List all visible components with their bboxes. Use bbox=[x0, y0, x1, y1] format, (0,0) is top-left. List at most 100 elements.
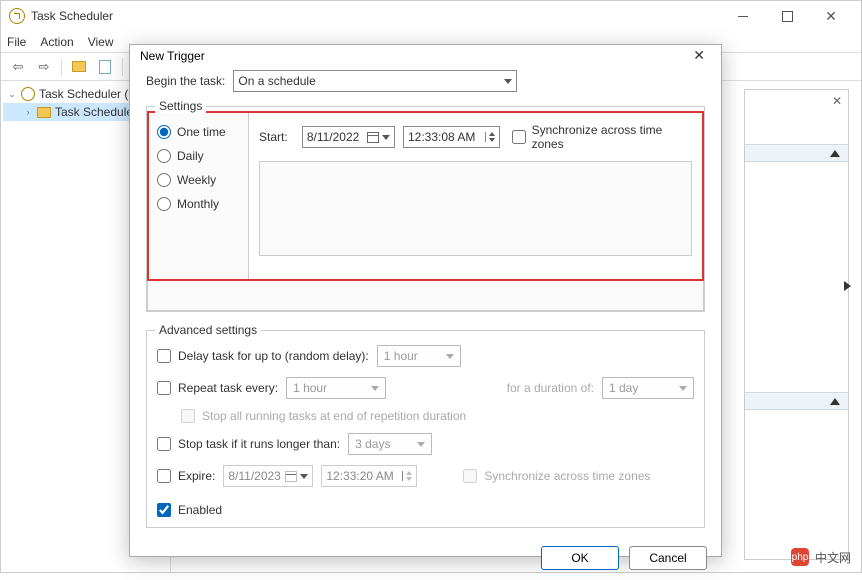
expand-right-icon[interactable] bbox=[844, 281, 851, 291]
sync-tz-row[interactable]: Synchronize across time zones bbox=[512, 123, 692, 151]
repeat-select[interactable]: 1 hour bbox=[286, 377, 386, 399]
time-spinner[interactable] bbox=[402, 471, 412, 481]
expire-sync-row: Synchronize across time zones bbox=[463, 469, 650, 483]
folder-icon bbox=[72, 61, 86, 72]
stop-running-row: Stop all running tasks at end of repetit… bbox=[181, 409, 694, 423]
menu-file[interactable]: File bbox=[7, 35, 26, 49]
repeat-checkbox[interactable] bbox=[157, 381, 171, 395]
begin-task-row: Begin the task: On a schedule bbox=[146, 70, 705, 92]
clock-icon bbox=[21, 87, 35, 101]
dialog-body: Begin the task: On a schedule Settings O… bbox=[130, 66, 721, 536]
calendar-icon bbox=[285, 471, 297, 482]
chevron-down-icon bbox=[371, 386, 379, 391]
panel-close-icon[interactable]: ✕ bbox=[832, 94, 842, 108]
settings-detail-panel bbox=[259, 161, 692, 256]
delay-checkbox-label[interactable]: Delay task for up to (random delay): bbox=[157, 349, 369, 363]
minimize-button[interactable] bbox=[721, 1, 765, 31]
collapse-icon[interactable]: ⌄ bbox=[7, 89, 17, 100]
freq-monthly[interactable]: Monthly bbox=[157, 197, 240, 211]
expire-label[interactable]: Expire: bbox=[157, 469, 215, 483]
begin-task-select[interactable]: On a schedule bbox=[233, 70, 517, 92]
stop-if-row: Stop task if it runs longer than: 3 days bbox=[157, 433, 694, 455]
cancel-button[interactable]: Cancel bbox=[629, 546, 707, 570]
watermark: php 中文网 bbox=[791, 548, 851, 566]
monthly-label: Monthly bbox=[177, 197, 219, 211]
delay-select[interactable]: 1 hour bbox=[377, 345, 461, 367]
enabled-label[interactable]: Enabled bbox=[157, 503, 222, 517]
dialog-close-button[interactable]: ✕ bbox=[687, 45, 711, 66]
start-label: Start: bbox=[259, 130, 294, 144]
stop-if-label[interactable]: Stop task if it runs longer than: bbox=[157, 437, 340, 451]
menu-action[interactable]: Action bbox=[40, 35, 73, 49]
expire-sync-text: Synchronize across time zones bbox=[484, 469, 650, 483]
expire-checkbox[interactable] bbox=[157, 469, 171, 483]
menu-view[interactable]: View bbox=[88, 35, 114, 49]
delay-text: Delay task for up to (random delay): bbox=[178, 349, 369, 363]
duration-select[interactable]: 1 day bbox=[602, 377, 694, 399]
time-spinner[interactable] bbox=[485, 132, 495, 142]
dialog-title: New Trigger bbox=[140, 49, 687, 63]
dialog-titlebar: New Trigger ✕ bbox=[130, 45, 721, 66]
duration-label: for a duration of: bbox=[507, 381, 594, 395]
panel-band[interactable] bbox=[745, 144, 848, 162]
watermark-text: 中文网 bbox=[815, 549, 851, 566]
schedule-settings-box: One time Daily Weekly Monthly bbox=[147, 111, 704, 281]
panel-band[interactable] bbox=[745, 392, 848, 410]
enabled-text: Enabled bbox=[178, 503, 222, 517]
close-button[interactable]: ✕ bbox=[809, 1, 853, 31]
stop-if-value: 3 days bbox=[355, 437, 390, 451]
chevron-down-icon bbox=[679, 386, 687, 391]
app-icon bbox=[9, 8, 25, 24]
properties-button[interactable] bbox=[94, 56, 116, 78]
daily-label: Daily bbox=[177, 149, 204, 163]
toolbar-separator bbox=[122, 58, 123, 76]
chevron-up-icon bbox=[830, 398, 840, 405]
sync-tz-label: Synchronize across time zones bbox=[532, 123, 692, 151]
one-time-radio[interactable] bbox=[157, 125, 171, 139]
spin-down-icon bbox=[406, 477, 412, 481]
nav-forward-button[interactable]: ⇨ bbox=[33, 56, 55, 78]
chevron-down-icon bbox=[300, 474, 308, 479]
start-time-input[interactable]: 12:33:08 AM bbox=[403, 126, 500, 148]
folder-button[interactable] bbox=[68, 56, 90, 78]
settings-extension-panel bbox=[147, 281, 704, 311]
expire-text: Expire: bbox=[178, 469, 215, 483]
expire-row: Expire: 8/11/2023 12:33:20 AM bbox=[157, 465, 694, 487]
start-date-input[interactable]: 8/11/2022 bbox=[302, 126, 395, 148]
monthly-radio[interactable] bbox=[157, 197, 171, 211]
maximize-button[interactable] bbox=[765, 1, 809, 31]
stop-if-select[interactable]: 3 days bbox=[348, 433, 432, 455]
expire-date-input[interactable]: 8/11/2023 bbox=[223, 465, 313, 487]
delay-checkbox[interactable] bbox=[157, 349, 171, 363]
chevron-down-icon bbox=[504, 79, 512, 84]
cancel-label: Cancel bbox=[649, 551, 686, 565]
begin-task-label: Begin the task: bbox=[146, 74, 225, 88]
expire-time-input[interactable]: 12:33:20 AM bbox=[321, 465, 417, 487]
nav-back-button[interactable]: ⇦ bbox=[7, 56, 29, 78]
expire-date-value: 8/11/2023 bbox=[228, 469, 281, 483]
stop-if-checkbox[interactable] bbox=[157, 437, 171, 451]
titlebar: Task Scheduler ✕ bbox=[1, 1, 861, 31]
freq-one-time[interactable]: One time bbox=[157, 125, 240, 139]
chevron-down-icon bbox=[382, 135, 390, 140]
new-trigger-dialog: New Trigger ✕ Begin the task: On a sched… bbox=[129, 44, 722, 557]
expand-icon[interactable]: › bbox=[23, 107, 33, 117]
stop-running-label: Stop all running tasks at end of repetit… bbox=[181, 409, 466, 423]
enabled-row: Enabled bbox=[157, 503, 694, 517]
freq-daily[interactable]: Daily bbox=[157, 149, 240, 163]
stop-running-checkbox bbox=[181, 409, 195, 423]
settings-fieldset: Settings One time Daily Wee bbox=[146, 106, 705, 312]
weekly-label: Weekly bbox=[177, 173, 216, 187]
frequency-column: One time Daily Weekly Monthly bbox=[149, 113, 249, 279]
weekly-radio[interactable] bbox=[157, 173, 171, 187]
freq-weekly[interactable]: Weekly bbox=[157, 173, 240, 187]
sync-tz-checkbox[interactable] bbox=[512, 130, 526, 144]
daily-radio[interactable] bbox=[157, 149, 171, 163]
enabled-checkbox[interactable] bbox=[157, 503, 171, 517]
stop-running-text: Stop all running tasks at end of repetit… bbox=[202, 409, 466, 423]
repeat-checkbox-label[interactable]: Repeat task every: bbox=[157, 381, 278, 395]
ok-button[interactable]: OK bbox=[541, 546, 619, 570]
spin-down-icon bbox=[489, 138, 495, 142]
delay-value: 1 hour bbox=[384, 349, 418, 363]
spin-up-icon bbox=[406, 471, 412, 475]
